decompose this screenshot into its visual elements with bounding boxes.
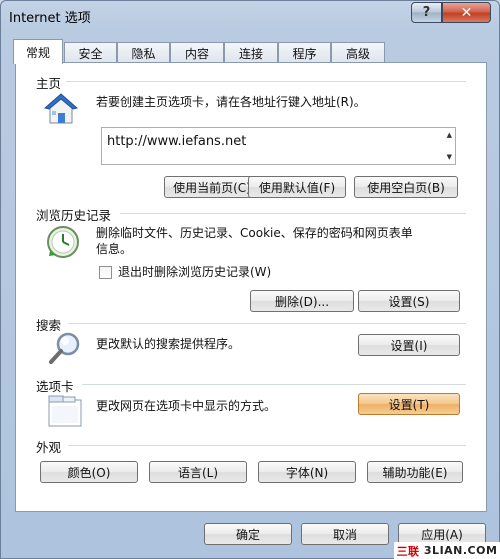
scroll-down-icon[interactable]: ▼	[447, 153, 452, 161]
languages-button[interactable]: 语言(L)	[149, 461, 247, 483]
history-clock-icon	[46, 225, 80, 259]
tab-label: 隐私	[131, 46, 156, 61]
internet-options-window: Internet 选项 ? ✕ 常规 安全 隐私 内容 连接 程序 高级 主页 …	[0, 0, 500, 559]
house-icon	[43, 93, 79, 125]
use-default-button[interactable]: 使用默认值(F)	[248, 176, 346, 198]
scroll-up-icon[interactable]: ▲	[447, 131, 452, 139]
section-divider	[82, 384, 466, 385]
accessibility-button[interactable]: 辅助功能(E)	[367, 461, 463, 483]
history-description-line2: 信息。	[96, 242, 133, 256]
magnifier-icon	[48, 331, 82, 365]
delete-history-button[interactable]: 删除(D)...	[250, 290, 354, 312]
colors-button[interactable]: 颜色(O)	[40, 461, 138, 483]
title-bar[interactable]: Internet 选项 ? ✕	[1, 1, 499, 31]
homepage-description: 若要创建主页选项卡，请在各地址行键入地址(R)。	[96, 95, 366, 109]
help-button[interactable]: ?	[411, 2, 442, 23]
use-blank-button[interactable]: 使用空白页(B)	[354, 176, 458, 198]
search-settings-button[interactable]: 设置(I)	[358, 334, 460, 356]
fonts-button[interactable]: 字体(N)	[258, 461, 356, 483]
tab-programs[interactable]: 程序	[278, 42, 331, 63]
tabs-section-title: 选项卡	[36, 379, 74, 394]
tab-content[interactable]: 内容	[170, 42, 224, 63]
tab-label: 高级	[345, 46, 370, 61]
homepage-url-text: http://www.iefans.net	[107, 134, 247, 149]
tab-advanced[interactable]: 高级	[331, 42, 385, 63]
history-settings-button[interactable]: 设置(S)	[358, 290, 460, 312]
tab-connections[interactable]: 连接	[224, 42, 278, 63]
section-divider	[66, 81, 466, 82]
tab-label: 连接	[238, 46, 263, 61]
tab-general[interactable]: 常规	[13, 39, 63, 64]
tab-security[interactable]: 安全	[64, 42, 117, 63]
ok-button[interactable]: 确定	[204, 523, 292, 545]
general-tab-panel: 主页 若要创建主页选项卡，请在各地址行键入地址(R)。 http://www.i…	[15, 62, 487, 512]
tab-label: 程序	[292, 46, 317, 61]
tabbed-window-icon	[48, 395, 82, 427]
cancel-button[interactable]: 取消	[301, 523, 389, 545]
homepage-url-field[interactable]: http://www.iefans.net ▲ ▼	[101, 127, 456, 165]
tab-privacy[interactable]: 隐私	[117, 42, 170, 63]
tabs-settings-button[interactable]: 设置(T)	[358, 393, 460, 415]
section-divider	[68, 445, 466, 446]
window-title: Internet 选项	[9, 11, 91, 26]
use-current-page-button[interactable]: 使用当前页(C)	[164, 176, 260, 198]
search-description: 更改默认的搜索提供程序。	[96, 337, 241, 351]
close-icon: ✕	[460, 4, 473, 21]
watermark-suffix: 3LIAN.COM	[423, 544, 498, 557]
tab-label: 常规	[25, 45, 50, 60]
tab-label: 内容	[184, 46, 209, 61]
history-description-line1: 删除临时文件、历史记录、Cookie、保存的密码和网页表单	[96, 226, 413, 240]
delete-history-on-exit-label[interactable]: 退出时删除浏览历史记录(W)	[118, 264, 271, 280]
section-divider	[68, 323, 466, 324]
help-icon: ?	[422, 5, 431, 20]
tabs-description: 更改网页在选项卡中显示的方式。	[96, 399, 277, 413]
history-section-title: 浏览历史记录	[36, 208, 112, 223]
tab-label: 安全	[78, 46, 103, 61]
watermark-prefix: 三联	[396, 544, 420, 558]
site-watermark: 三联 3LIAN.COM	[394, 542, 500, 559]
close-button[interactable]: ✕	[442, 2, 491, 23]
homepage-section-title: 主页	[36, 76, 62, 91]
section-divider	[120, 213, 466, 214]
appearance-section-title: 外观	[36, 440, 62, 455]
delete-history-on-exit-checkbox[interactable]	[99, 266, 112, 279]
